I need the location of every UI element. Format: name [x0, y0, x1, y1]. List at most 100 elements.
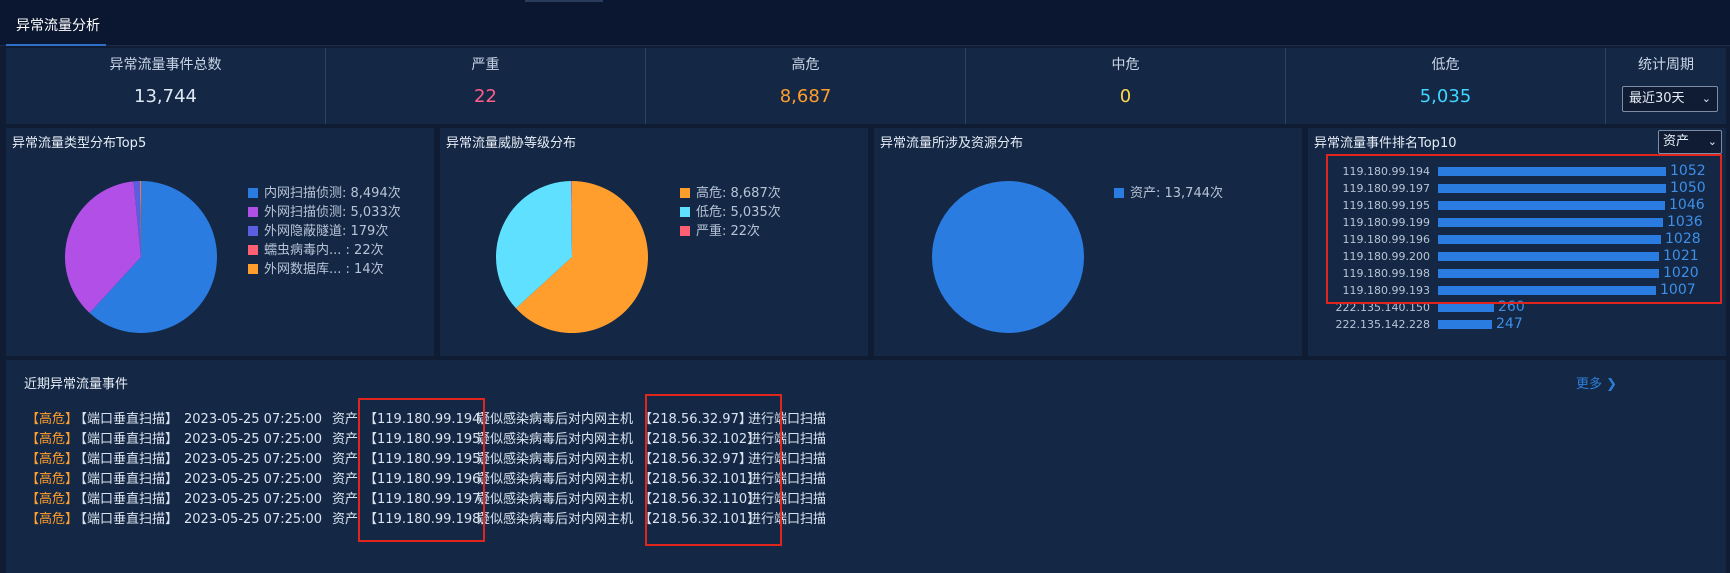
legend-item: 资产: 13,744次: [1114, 184, 1223, 203]
event-level: 【高危】: [26, 412, 79, 427]
legend-item: 外网隐蔽隧道: 179次: [248, 222, 401, 241]
legend-swatch: [248, 226, 258, 236]
legend-label: 严重: 22次: [696, 224, 761, 239]
legend-item: 严重: 22次: [680, 222, 781, 241]
highlight-box-source-ip: [358, 398, 485, 542]
pie-slice-1: [932, 181, 1084, 333]
more-link[interactable]: 更多 ❯: [1576, 373, 1617, 392]
stat-low: 低危 5,035: [1286, 48, 1606, 124]
legend-swatch: [248, 245, 258, 255]
event-time: 2023-05-25 07:25:00: [184, 452, 323, 467]
stat-value: 22: [474, 86, 497, 107]
event-time: 2023-05-25 07:25:00: [184, 412, 323, 427]
rank-row: 222.135.142.228 247: [1308, 316, 1688, 333]
legend-item: 低危: 5,035次: [680, 203, 781, 222]
legend-label: 蠕虫病毒内... : 22次: [264, 243, 384, 258]
event-category: 【端口垂直扫描】: [74, 452, 179, 467]
threat-pie-chart: [496, 181, 648, 333]
event-description: 疑似感染病毒后对内网主机: [477, 412, 634, 427]
event-time: 2023-05-25 07:25:00: [184, 492, 323, 507]
period-select[interactable]: 最近30天 ⌄: [1622, 86, 1718, 112]
tab-bar: 异常流量分析: [0, 0, 1730, 46]
stat-label: 低危: [1431, 57, 1460, 73]
legend-swatch: [680, 188, 690, 198]
legend-label: 低危: 5,035次: [696, 205, 781, 220]
legend-label: 外网数据库... : 14次: [264, 262, 384, 277]
event-level: 【高危】: [26, 432, 79, 447]
event-category: 【端口垂直扫描】: [74, 432, 179, 447]
legend-item: 高危: 8,687次: [680, 184, 781, 203]
event-description: 疑似感染病毒后对内网主机: [477, 472, 634, 487]
legend-swatch: [680, 226, 690, 236]
event-time: 2023-05-25 07:25:00: [184, 512, 323, 527]
legend-label: 资产: 13,744次: [1130, 186, 1223, 201]
asset-pie-chart: [932, 181, 1084, 333]
panel-threat-distribution: 异常流量威胁等级分布 高危: 8,687次 低危: 5,035次 严重: 22次: [440, 128, 868, 356]
event-time: 2023-05-25 07:25:00: [184, 432, 323, 447]
legend-item: 内网扫描侦测: 8,494次: [248, 184, 401, 203]
events-title: 近期异常流量事件: [24, 377, 129, 392]
stat-label: 中危: [1111, 57, 1140, 73]
stat-period: 统计周期 最近30天 ⌄: [1606, 48, 1726, 124]
chevron-down-icon: ⌄: [1701, 92, 1711, 105]
legend-swatch: [248, 188, 258, 198]
event-description: 疑似感染病毒后对内网主机: [477, 512, 634, 527]
stat-label: 高危: [791, 57, 820, 73]
legend-label: 外网隐蔽隧道: 179次: [264, 224, 389, 239]
tab-abnormal-traffic[interactable]: 异常流量分析: [6, 8, 106, 46]
tab-bar-marker: [525, 0, 603, 2]
type-pie-chart: [64, 181, 217, 333]
recent-events-panel: 近期异常流量事件 更多 ❯ 【高危】【端口垂直扫描】 2023-05-25 07:…: [6, 360, 1726, 573]
stat-value: 5,035: [1419, 86, 1472, 107]
more-label: 更多: [1576, 377, 1603, 392]
event-level: 【高危】: [26, 512, 79, 527]
panel-type-distribution: 异常流量类型分布Top5 内网扫描侦测: 8,494次 外网扫描侦测: 5,03…: [6, 128, 434, 356]
rank-dimension-select[interactable]: 资产 ⌄: [1658, 130, 1722, 154]
panel-title: 异常流量类型分布Top5: [12, 136, 147, 151]
event-level: 【高危】: [26, 452, 79, 467]
event-category: 【端口垂直扫描】: [74, 412, 179, 427]
stat-label: 严重: [471, 57, 500, 73]
stat-label: 异常流量事件总数: [109, 57, 222, 73]
rank-ip-label: 222.135.142.228: [1335, 318, 1430, 331]
legend-swatch: [680, 207, 690, 217]
legend-label: 高危: 8,687次: [696, 186, 781, 201]
event-category: 【端口垂直扫描】: [74, 472, 179, 487]
legend-swatch: [248, 207, 258, 217]
period-selected: 最近30天: [1629, 91, 1685, 106]
highlight-box-destination-ip: [645, 394, 782, 546]
event-description: 疑似感染病毒后对内网主机: [477, 492, 634, 507]
legend-item: 外网数据库... : 14次: [248, 260, 401, 279]
rank-bar: [1438, 320, 1492, 329]
panel-title: 异常流量事件排名Top10: [1314, 136, 1457, 151]
rank-value-label: 247: [1496, 316, 1523, 332]
rank-dimension-selected: 资产: [1663, 134, 1690, 149]
panel-asset-distribution: 异常流量所涉及资源分布 资产: 13,744次: [874, 128, 1302, 356]
legend-swatch: [1114, 188, 1124, 198]
stat-value: 13,744: [134, 86, 197, 107]
stat-high: 高危 8,687: [646, 48, 966, 124]
chevron-right-icon: ❯: [1606, 377, 1618, 392]
event-description: 疑似感染病毒后对内网主机: [477, 452, 634, 467]
legend-item: 外网扫描侦测: 5,033次: [248, 203, 401, 222]
legend-label: 内网扫描侦测: 8,494次: [264, 186, 401, 201]
period-label: 统计周期: [1638, 57, 1694, 73]
stat-total: 异常流量事件总数 13,744: [6, 48, 326, 124]
stats-bar: 异常流量事件总数 13,744 严重 22 高危 8,687 中危 0 低危 5…: [6, 48, 1726, 124]
stat-value: 0: [1119, 86, 1132, 107]
type-legend: 内网扫描侦测: 8,494次 外网扫描侦测: 5,033次 外网隐蔽隧道: 17…: [248, 184, 401, 279]
event-level: 【高危】: [26, 492, 79, 507]
legend-item: 蠕虫病毒内... : 22次: [248, 241, 401, 260]
legend-swatch: [248, 264, 258, 274]
asset-legend: 资产: 13,744次: [1114, 184, 1223, 203]
stat-value: 8,687: [779, 86, 832, 107]
event-description: 疑似感染病毒后对内网主机: [477, 432, 634, 447]
chevron-down-icon: ⌄: [1707, 135, 1717, 148]
panel-title: 异常流量所涉及资源分布: [880, 136, 1024, 151]
event-category: 【端口垂直扫描】: [74, 492, 179, 507]
stat-critical: 严重 22: [326, 48, 646, 124]
panel-title: 异常流量威胁等级分布: [446, 136, 577, 151]
threat-legend: 高危: 8,687次 低危: 5,035次 严重: 22次: [680, 184, 781, 241]
event-category: 【端口垂直扫描】: [74, 512, 179, 527]
event-level: 【高危】: [26, 472, 79, 487]
